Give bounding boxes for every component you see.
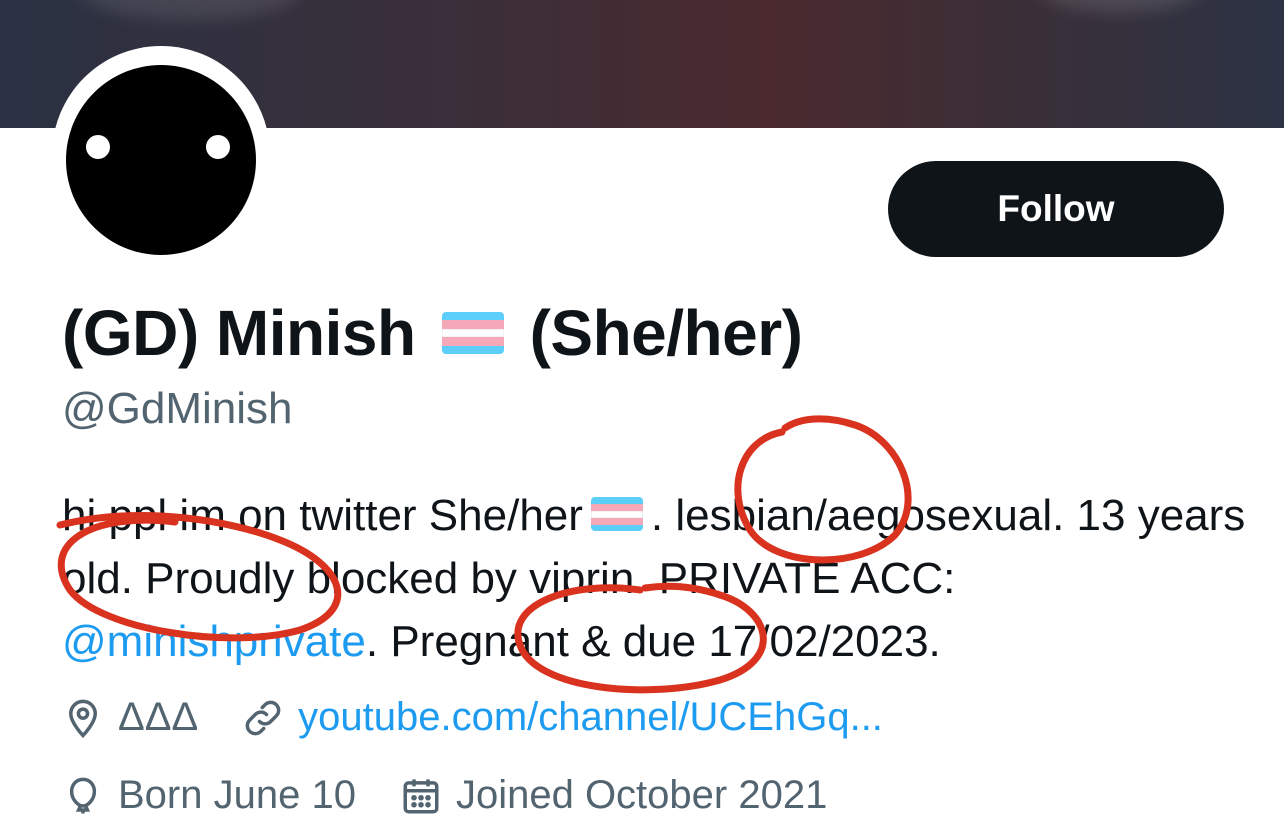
bio-text: hi ppl im on twitter She/her: [62, 491, 583, 540]
bio-mention-link[interactable]: @minishprivate: [62, 617, 366, 666]
birthday-text: Born June 10: [118, 773, 356, 817]
display-name: (GD) Minish (She/her): [62, 296, 803, 370]
website-link[interactable]: youtube.com/channel/UCEhGq...: [298, 695, 883, 740]
user-handle: @GdMinish: [62, 384, 293, 433]
website-item[interactable]: youtube.com/channel/UCEhGq...: [242, 695, 883, 740]
follow-button[interactable]: Follow: [888, 161, 1224, 257]
joined-item: Joined October 2021: [400, 773, 827, 818]
banner-highlight: [80, 0, 300, 20]
bio-text: . Pregnant & due 17/02/2023.: [365, 617, 941, 666]
location-item: ΔΔΔ: [62, 695, 198, 740]
profile-meta-row: Born June 10 Joined October 2021: [62, 773, 871, 818]
transgender-flag-icon: [590, 497, 643, 532]
birthday-item: Born June 10: [62, 773, 356, 818]
display-name-pronouns: (She/her): [529, 297, 803, 369]
location-text: ΔΔΔ: [118, 695, 199, 739]
profile-meta-row: ΔΔΔ youtube.com/channel/UCEhGq...: [62, 695, 927, 740]
transgender-flag-icon: [441, 312, 504, 354]
avatar-eye: [206, 135, 230, 159]
link-icon: [245, 700, 281, 735]
banner-highlight: [1040, 0, 1200, 12]
location-pin-icon: [68, 699, 98, 738]
avatar-eye: [86, 135, 110, 159]
avatar[interactable]: [66, 65, 256, 255]
joined-text: Joined October 2021: [455, 773, 828, 817]
calendar-icon: [403, 778, 439, 813]
profile-bio: hi ppl im on twitter She/her. lesbian/ae…: [62, 484, 1252, 673]
balloon-icon: [69, 777, 97, 813]
display-name-prefix: (GD) Minish: [62, 297, 416, 369]
